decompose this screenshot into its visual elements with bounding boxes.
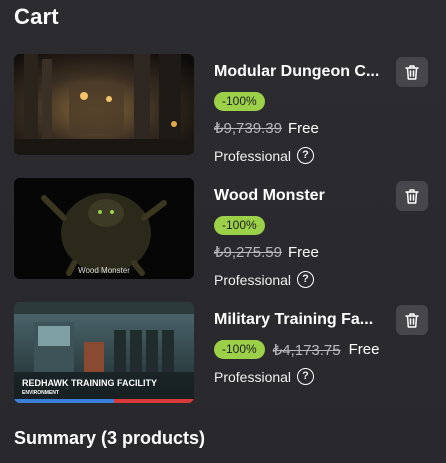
original-price: ₺9,739.39 [214, 120, 282, 137]
thumb-subcaption: ENVIRONMENT [22, 390, 59, 396]
dungeon-image [14, 54, 194, 155]
help-circle-icon[interactable]: ? [297, 271, 315, 288]
product-name[interactable]: Military Training Fa... [214, 311, 394, 329]
wood-monster-image: Wood Monster [14, 178, 194, 279]
trash-icon [405, 312, 419, 328]
price-row: -100% [214, 92, 265, 111]
cart-item: Modular Dungeon C... -100% ₺9,739.39 Fre… [14, 54, 432, 164]
license-label: Professional [214, 368, 292, 385]
training-facility-image: REDHAWK TRAINING FACILITY ENVIRONMENT [14, 302, 194, 403]
help-circle-icon[interactable]: ? [297, 147, 315, 164]
trash-icon [405, 188, 419, 204]
cart-title: Cart [14, 4, 59, 29]
thumb-caption: REDHAWK TRAINING FACILITY [22, 378, 157, 388]
trash-icon [405, 64, 419, 80]
price-row: ₺9,275.59 Free [214, 243, 319, 261]
remove-item-button[interactable] [396, 181, 428, 211]
discount-badge: -100% [214, 92, 265, 111]
help-circle-icon[interactable]: ? [297, 368, 315, 385]
thumb-caption: Wood Monster [78, 266, 130, 275]
original-price: ₺9,275.59 [214, 244, 282, 261]
product-name[interactable]: Wood Monster [214, 187, 394, 205]
product-thumbnail[interactable]: Wood Monster [14, 178, 194, 279]
cart-item: REDHAWK TRAINING FACILITY ENVIRONMENT Mi… [14, 302, 432, 404]
discount-badge: -100% [214, 216, 265, 235]
price-row: -100% ₺4,173.75 Free [214, 340, 379, 359]
original-price: ₺4,173.75 [272, 341, 341, 359]
license-label: Professional [214, 271, 292, 288]
current-price: Free [348, 341, 380, 358]
cart-item: Wood Monster Wood Monster -100% ₺9,275.5… [14, 178, 432, 288]
product-name[interactable]: Modular Dungeon C... [214, 63, 394, 81]
current-price: Free [287, 120, 319, 137]
license-row: Professional ? [214, 368, 315, 385]
summary-title: Summary (3 products) [14, 428, 206, 448]
license-row: Professional ? [214, 271, 315, 288]
discount-badge: -100% [214, 340, 265, 359]
price-row: ₺9,739.39 Free [214, 119, 319, 137]
product-thumbnail[interactable]: REDHAWK TRAINING FACILITY ENVIRONMENT [14, 302, 194, 403]
cart-panel: Cart Modular Dungeon C... -100% ₺9,739.3… [0, 0, 446, 463]
price-row: -100% [214, 216, 265, 235]
license-label: Professional [214, 147, 292, 164]
current-price: Free [287, 244, 319, 261]
product-thumbnail[interactable] [14, 54, 194, 155]
remove-item-button[interactable] [396, 57, 428, 87]
remove-item-button[interactable] [396, 305, 428, 335]
license-row: Professional ? [214, 147, 315, 164]
